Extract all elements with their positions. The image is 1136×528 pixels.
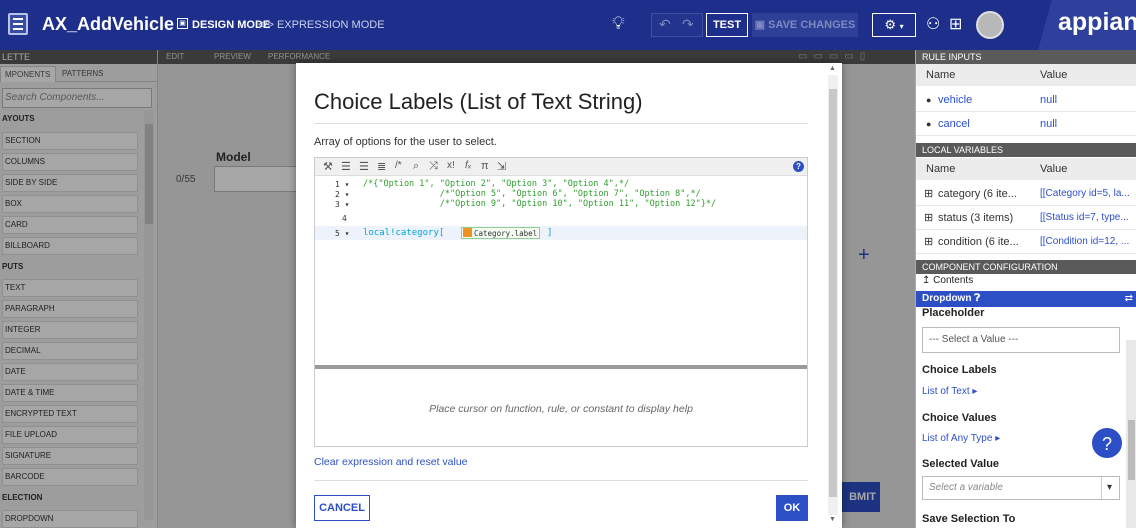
fx-icon[interactable]: fₓ [465,160,472,171]
appian-logo: appian [1038,0,1136,50]
selected-value-label: Selected Value [922,458,1000,470]
local-variables-header[interactable]: LOCAL VARIABLES [916,143,1136,157]
line-number: 5 ▾ [335,229,350,238]
chevron-down-icon[interactable]: ▾ [1101,477,1117,499]
code-line: /*"Option 5", "Option 6", "Option 7", "O… [363,189,701,199]
list-icon[interactable]: ≣ [377,160,386,173]
expand-icon[interactable]: ⊞ [924,182,933,206]
code-line: /*"Option 9", "Option 10", "Option 11", … [363,199,717,209]
comment-icon[interactable]: /* [395,160,402,171]
closing-bracket: ] [547,228,553,238]
expand-icon[interactable]: ⊞ [924,206,933,230]
gear-icon: ⚙ [884,17,896,32]
save-changes-button[interactable]: ▣ SAVE CHANGES [752,13,858,37]
dialog-description: Array of options for the user to select. [314,136,497,148]
rule-input-row[interactable]: ● vehicle null [916,88,1136,112]
app-title: AX_AddVehicle [42,14,175,34]
col-value: Value [1040,69,1068,81]
choice-labels-link[interactable]: List of Text ▸ [922,386,977,397]
line-number: 3 ▾ [335,200,350,209]
scroll-down-icon[interactable]: ▼ [829,516,836,523]
swap-icon[interactable]: ⇄ [1125,291,1133,307]
shuffle-icon[interactable]: ⤨ [429,160,438,173]
export-icon[interactable]: ⇲ [497,160,506,173]
settings-gear-button[interactable]: ⚙ ▾ [872,13,916,37]
contents-breadcrumb[interactable]: ↥ Contents [922,275,973,286]
placeholder-input[interactable]: --- Select a Value --- [922,327,1120,353]
pi-icon[interactable]: π [481,160,489,172]
function-x-icon[interactable]: x! [447,160,455,171]
app-icon [8,13,28,35]
selected-value-input[interactable]: Select a variable ▾ [922,476,1120,500]
local-var-row[interactable]: ⊞ status (3 items) [[Status id=7, type..… [916,206,1136,230]
help-button[interactable]: ? [1090,426,1124,460]
dialog-scrollbar[interactable] [828,75,838,515]
local-var-row[interactable]: ⊞ condition (6 ite... [[Condition id=12,… [916,230,1136,254]
rule-input-row[interactable]: ● cancel null [916,112,1136,136]
top-bar: AX_AddVehicle ▣ DESIGN MODE </> EXPRESSI… [0,0,1136,50]
choice-values-link[interactable]: List of Any Type ▸ [922,433,1000,444]
function-help-panel: Place cursor on function, rule, or const… [315,369,807,446]
avatar[interactable] [976,11,1004,39]
ok-button[interactable]: OK [776,495,808,521]
undo-icon[interactable]: ↶ [659,16,671,33]
question-icon: ? [1101,434,1112,454]
app-grid-icon[interactable]: ⊞ [949,14,962,34]
cancel-button[interactable]: CANCEL [314,495,370,521]
function-help-text: Place cursor on function, rule, or const… [429,403,693,415]
divider [314,480,808,481]
people-icon[interactable]: ⚇ [926,14,940,34]
col-name: Name [926,69,956,81]
line-number: 2 ▾ [335,190,350,199]
bullet-icon: ● [926,95,932,105]
outdent-icon[interactable]: ☰ [359,160,369,173]
save-changes-label: SAVE CHANGES [768,19,856,31]
token-label: Category.label [474,229,538,238]
undo-redo-group: ↶ ↷ [651,13,703,37]
search-icon[interactable]: ⌕ [413,160,419,173]
choice-labels-label: Choice Labels [922,364,997,376]
expand-icon[interactable]: ⊞ [924,230,933,254]
expression-editor-dialog: Choice Labels (List of Text String) Arra… [296,63,842,528]
clear-expression-link[interactable]: Clear expression and reset value [314,456,468,468]
help-icon[interactable]: ❓︎ [974,293,980,304]
col-value: Value [1040,163,1068,175]
bullet-icon: ● [926,119,932,129]
local-vars-columns: Name Value [916,158,1136,180]
save-selection-label: Save Selection To [922,513,1016,525]
component-configuration-header[interactable]: COMPONENT CONFIGURATION [916,260,1136,274]
expression-editor[interactable]: ⚒ ☰ ☰ ≣ /* ⌕ ⤨ x! fₓ π ⇲ ? 1 ▾ 2 ▾ 3 ▾ 4… [314,157,808,447]
code-line: /*{"Option 1", "Option 2", "Option 3", "… [363,179,630,189]
magic-wand-icon[interactable]: ⚒ [323,160,333,173]
editor-help-icon[interactable]: ? [793,161,804,172]
scroll-up-icon[interactable]: ▲ [829,65,836,72]
expression-mode-tab[interactable]: </> EXPRESSION MODE [258,19,385,31]
dialog-title: Choice Labels (List of Text String) [314,89,643,114]
record-type-icon [463,228,472,237]
choice-values-label: Choice Values [922,412,997,424]
component-name: Dropdown [922,293,972,304]
redo-icon[interactable]: ↷ [682,16,694,33]
record-field-token[interactable]: Category.label [461,227,541,239]
line-number: 4 [342,214,347,223]
code-line-active: local!category[ [363,228,445,238]
rule-inputs-header[interactable]: RULE INPUTS [916,50,1136,64]
lightbulb-icon[interactable]: 💡︎ [612,13,625,34]
line-number: 1 ▾ [335,180,350,189]
right-panel-scrollbar[interactable] [1126,340,1136,528]
chevron-down-icon: ▾ [899,22,904,31]
indent-icon[interactable]: ☰ [341,160,351,173]
placeholder-label: Placeholder [922,307,985,319]
divider [314,123,808,124]
save-icon: ▣ [754,19,769,31]
component-title-bar: Dropdown ❓︎ ⇄ [916,291,1136,307]
rule-inputs-columns: Name Value [916,64,1136,86]
design-mode-icon: ▣ [177,18,188,29]
editor-toolbar: ⚒ ☰ ☰ ≣ /* ⌕ ⤨ x! fₓ π ⇲ ? [315,158,807,176]
local-var-row[interactable]: ⊞ category (6 ite... [[Category id=5, la… [916,182,1136,206]
brand-text: appian [1058,8,1136,36]
test-button[interactable]: TEST [706,13,748,37]
col-name: Name [926,163,956,175]
